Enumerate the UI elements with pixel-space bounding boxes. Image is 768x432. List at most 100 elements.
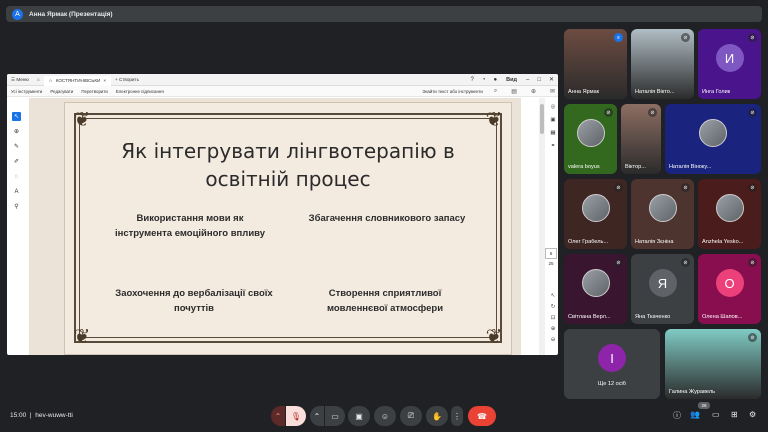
participant-tile[interactable]: И ⊘ Инга Голик — [698, 29, 761, 99]
mic-muted-icon: ⊘ — [748, 333, 757, 342]
participant-tile[interactable]: ≡ Анна Ярмак — [564, 29, 627, 99]
home-icon[interactable]: ⌂ — [33, 74, 44, 86]
bookmark-icon[interactable]: ▣ — [550, 117, 555, 123]
avatar — [581, 194, 610, 223]
mic-muted-icon: ⊘ — [748, 183, 757, 192]
participant-tile[interactable]: ⊘ Світлана Верл... — [564, 254, 627, 324]
new-tab-button[interactable]: + Створить — [111, 74, 143, 86]
info-icon[interactable]: ⓘ — [673, 410, 681, 421]
document-tab-label: КОСТЯНТИНІВСЬКИ — [55, 78, 101, 83]
participant-tile[interactable]: ⊘ Наталія Зєніна — [631, 179, 694, 249]
left-toolbar: ↖ ⊕ ✎ ✐ ◌ A ⚲ — [10, 112, 23, 211]
print-icon[interactable]: ▤ — [508, 88, 520, 95]
pen-tool-icon[interactable]: ✎ — [12, 142, 21, 151]
zoom-out-icon[interactable]: ⊖ — [551, 337, 556, 343]
current-page-input[interactable]: 5 — [545, 248, 557, 259]
comment-icon[interactable]: ◎ — [551, 104, 556, 110]
select-tool-icon[interactable]: ↖ — [12, 112, 21, 121]
email-icon[interactable]: ✉ — [547, 88, 558, 95]
mic-options-button[interactable]: ⌃ — [271, 406, 285, 426]
star-icon[interactable]: ☆ — [49, 78, 53, 84]
edit-menu[interactable]: Редагувати — [50, 89, 73, 94]
participant-tile[interactable]: О ⊘ Олена Шапов... — [698, 254, 761, 324]
avatar — [699, 119, 727, 148]
view-menu[interactable]: Вид — [501, 77, 522, 83]
document-tab[interactable]: ☆ КОСТЯНТИНІВСЬКИ × — [43, 75, 112, 86]
participant-tile[interactable]: ⊘ Наталія Вікто... — [631, 29, 694, 99]
participant-tile[interactable]: ⊘ Anzhela Yesko... — [698, 179, 761, 249]
slide-bullet: Створення сприятливої мовленнєвої атмосф… — [305, 286, 465, 316]
participant-tile[interactable]: ⊘ Віктор... — [621, 104, 661, 174]
participant-name: Галина Журавель — [669, 389, 716, 395]
participant-name: Віктор... — [625, 164, 646, 170]
fit-page-icon[interactable]: ⊡ — [551, 315, 556, 321]
clock: 15:00 — [10, 412, 27, 419]
bullet-line: почуттів — [173, 303, 214, 314]
search-tools-input[interactable]: Знайти текст або інструменти — [422, 89, 483, 94]
participant-tile[interactable]: ⊘ Олег Грабель... — [564, 179, 627, 249]
emoji-icon[interactable]: ☺ — [374, 406, 396, 426]
zoom-in-icon[interactable]: ⊕ — [551, 326, 556, 332]
participant-name: valera boyus — [568, 164, 600, 170]
presenter-title: Анна Ярмак (Презентація) — [29, 10, 113, 18]
mic-muted-icon: ⊘ — [681, 183, 690, 192]
convert-menu[interactable]: Перетворити — [81, 89, 107, 94]
scrollbar-thumb[interactable] — [540, 104, 544, 134]
slide-bullet: Заохочення до вербалізації своїх почутті… — [99, 286, 289, 316]
participant-name: Світлана Верл... — [568, 314, 611, 320]
end-call-icon[interactable]: ☎ — [468, 406, 496, 426]
app-menu-button[interactable]: ☰ Меню — [7, 74, 33, 86]
avatar — [715, 194, 744, 223]
participant-tile[interactable]: ⊘ Наталія Віноку... — [665, 104, 761, 174]
pages-icon[interactable]: ▦ — [550, 130, 555, 136]
meeting-info: 15:00 | hev-wuww-tti — [10, 412, 73, 419]
maximize-icon[interactable]: □ — [533, 77, 545, 83]
participant-name: Анна Ярмак — [568, 89, 600, 95]
host-controls-icon[interactable]: ⚙ — [749, 410, 756, 419]
close-window-icon[interactable]: ✕ — [545, 76, 558, 83]
present-screen-icon[interactable]: ⎚ — [400, 406, 422, 426]
close-tab-icon[interactable]: × — [103, 78, 106, 83]
text-tool-icon[interactable]: A — [12, 187, 21, 196]
meeting-code[interactable]: hev-wuww-tti — [35, 412, 73, 419]
notification-icon[interactable]: ◔ — [478, 77, 490, 83]
all-tools-menu[interactable]: Усі інструменти — [11, 89, 42, 94]
zoom-tool-icon[interactable]: ⊕ — [12, 127, 21, 136]
search-icon[interactable]: ⌕ — [491, 88, 500, 95]
attachments-icon[interactable]: ⚭ — [551, 143, 556, 149]
raise-hand-icon[interactable]: ✋ — [426, 406, 448, 426]
bullet-line: Збагачення словникового запасу — [308, 213, 466, 224]
zoom-toolbar: ↖ ↻ ⊡ ⊕ ⊖ — [548, 293, 558, 343]
participant-tile[interactable]: Я ⊘ Яна Ткаченко — [631, 254, 694, 324]
ornament-corner-icon: ❦ — [73, 326, 91, 348]
more-options-icon[interactable]: ⋮ — [451, 406, 463, 426]
participant-name: Инга Голик — [702, 89, 731, 95]
stamp-tool-icon[interactable]: ⚲ — [12, 202, 21, 211]
document-scrollbar[interactable] — [539, 98, 545, 355]
camera-options-button[interactable]: ⌃ — [310, 406, 324, 426]
captions-icon[interactable]: ▣ — [348, 406, 370, 426]
participant-tile[interactable]: ⊘ valera boyus — [564, 104, 617, 174]
new-tab-label: Створить — [119, 77, 139, 82]
people-icon[interactable]: 👥 — [690, 410, 700, 419]
total-pages: 25 — [548, 261, 554, 266]
chat-icon[interactable]: ▭ — [712, 410, 720, 419]
camera-icon[interactable]: ▭ — [325, 406, 345, 426]
profile-icon[interactable]: ● — [490, 77, 502, 83]
participant-tile[interactable]: ⊘ Галина Журавель — [665, 329, 761, 399]
activities-icon[interactable]: ⊞ — [731, 410, 738, 419]
participant-name: Наталія Віноку... — [669, 164, 712, 170]
app-toolbar: Усі інструменти Редагувати Перетворити Е… — [7, 86, 558, 97]
help-icon[interactable]: ? — [467, 77, 478, 83]
right-toolbar: ◎ ▣ ▦ ⚭ — [548, 104, 558, 149]
highlight-tool-icon[interactable]: ✐ — [12, 157, 21, 166]
participant-tile[interactable]: І Ще 12 осіб — [564, 329, 660, 399]
esign-menu[interactable]: Електронне підписання — [116, 89, 164, 94]
mic-off-icon[interactable]: 🎙 — [286, 406, 306, 426]
rotate-icon[interactable]: ↻ — [551, 304, 556, 310]
share-icon[interactable]: ⊕ — [528, 88, 539, 95]
lasso-tool-icon[interactable]: ◌ — [12, 172, 21, 181]
minimize-icon[interactable]: – — [522, 77, 533, 83]
participant-name: Яна Ткаченко — [635, 314, 671, 320]
cursor-icon[interactable]: ↖ — [551, 293, 556, 299]
